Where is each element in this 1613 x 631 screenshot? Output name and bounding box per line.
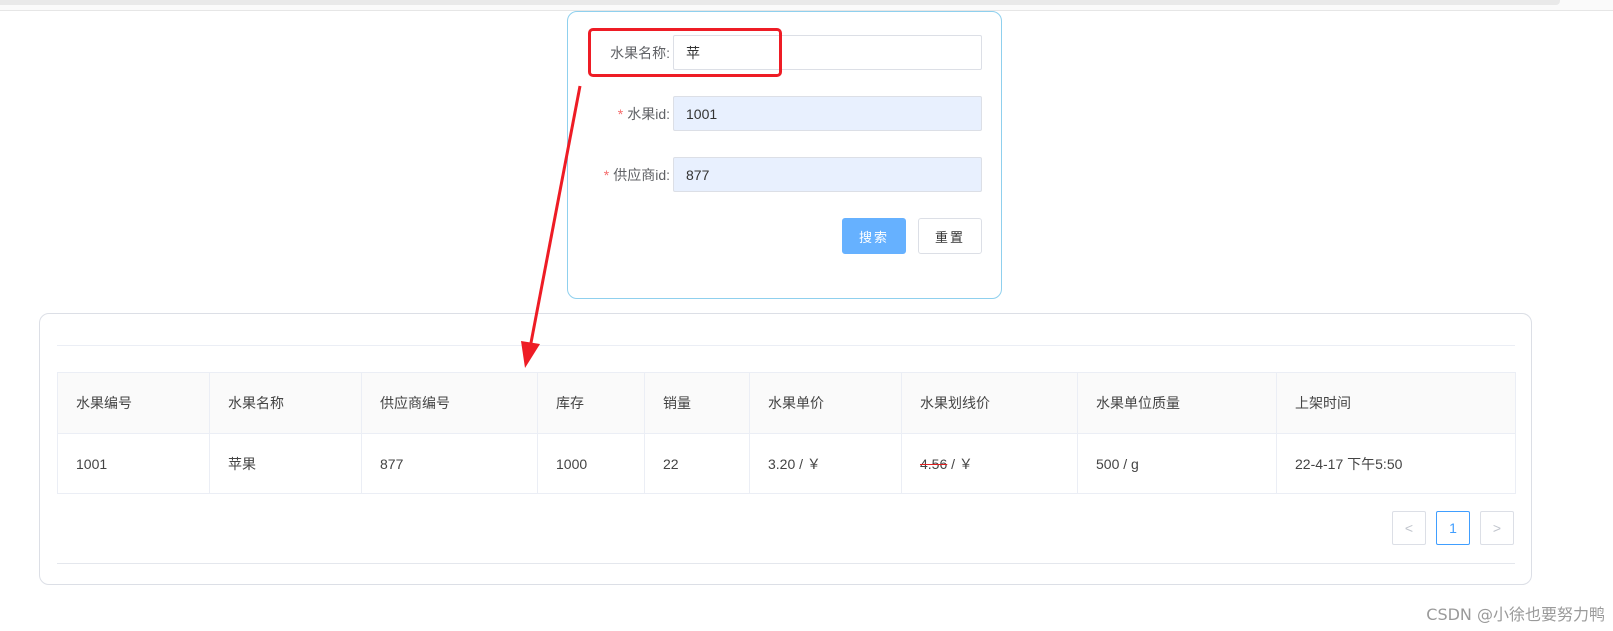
column-header[interactable]: 库存 [537,372,645,434]
form-row-fruit-id: * 水果id: [568,96,1003,132]
divider [57,563,1515,564]
next-page-button[interactable]: > [1480,511,1514,545]
column-header[interactable]: 上架时间 [1276,372,1516,434]
required-mark: * [617,106,624,122]
cell-sales: 22 [644,433,750,494]
strike-price-unit: / ￥ [947,455,973,472]
horizontal-scrollbar[interactable] [0,0,1560,5]
cell-fruit-name: 苹果 [209,433,362,494]
strike-price-value: 4.56 [920,455,948,472]
watermark-text: CSDN @小徐也要努力鸭 [1426,605,1605,624]
fruit-id-input[interactable] [673,96,982,131]
fruit-table: 水果编号 水果名称 供应商编号 库存 销量 水果单价 水果划线价 水果单位质量 … [57,372,1516,494]
cell-listed-time: 22-4-17 下午5:50 [1276,433,1516,494]
browser-top-bar [0,0,1613,11]
fruit-id-label: * 水果id: [617,106,670,122]
cell-unit-price: 3.20 / ￥ [749,433,902,494]
divider [57,345,1515,346]
cell-fruit-no: 1001 [57,433,210,494]
supplier-id-input[interactable] [673,157,982,192]
column-header[interactable]: 销量 [644,372,750,434]
form-actions: 搜索 重置 [568,218,1003,254]
prev-page-button[interactable]: < [1392,511,1426,545]
table-header-row: 水果编号 水果名称 供应商编号 库存 销量 水果单价 水果划线价 水果单位质量 … [57,372,1516,434]
form-row-supplier-id: * 供应商id: [568,157,1003,193]
column-header[interactable]: 水果编号 [57,372,210,434]
supplier-id-label: * 供应商id: [603,167,670,183]
column-header[interactable]: 水果单位质量 [1077,372,1277,434]
column-header[interactable]: 水果单价 [749,372,902,434]
results-table-card: 水果编号 水果名称 供应商编号 库存 销量 水果单价 水果划线价 水果单位质量 … [39,313,1532,585]
annotation-highlight-box [588,28,782,77]
cell-strike-price: 4.56 / ￥ [901,433,1078,494]
cell-supplier-no: 877 [361,433,538,494]
page-number-button[interactable]: 1 [1436,511,1470,545]
cell-unit-weight: 500 / g [1077,433,1277,494]
column-header[interactable]: 供应商编号 [361,372,538,434]
table-row[interactable]: 1001 苹果 877 1000 22 3.20 / ￥ 4.56 / ￥ 50… [57,433,1516,494]
column-header[interactable]: 水果名称 [209,372,362,434]
search-button[interactable]: 搜索 [842,218,906,254]
required-mark: * [603,167,610,183]
cell-stock: 1000 [537,433,645,494]
reset-button[interactable]: 重置 [918,218,982,254]
column-header[interactable]: 水果划线价 [901,372,1078,434]
